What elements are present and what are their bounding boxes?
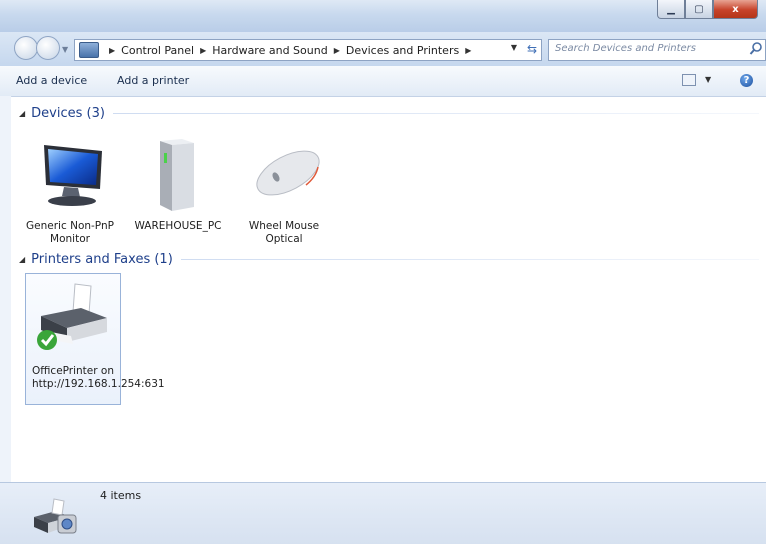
collapse-icon[interactable]: ◢	[19, 109, 25, 118]
recent-pages-dropdown[interactable]: ▼	[62, 45, 68, 54]
back-button[interactable]	[14, 36, 38, 60]
device-item[interactable]: WAREHOUSE_PC	[131, 137, 225, 233]
printer-icon	[37, 283, 107, 350]
control-panel-icon	[79, 42, 99, 58]
mouse-icon	[256, 150, 320, 196]
address-bar[interactable]: ▶ Control Panel ▶ Hardware and Sound ▶ D…	[74, 39, 542, 61]
device-item[interactable]: Wheel Mouse Optical	[237, 137, 331, 246]
chevron-right-icon[interactable]: ▶	[465, 46, 471, 55]
minimize-button[interactable]: ▁	[657, 0, 685, 19]
refresh-icon[interactable]: ⇆	[527, 42, 537, 56]
printer-item[interactable]: OfficePrinter on http://192.168.1.254:63…	[25, 273, 165, 405]
breadcrumb-hardware-and-sound[interactable]: Hardware and Sound	[212, 44, 327, 57]
maximize-button[interactable]: ▢	[685, 0, 713, 19]
add-printer-button[interactable]: Add a printer	[117, 74, 189, 87]
group-header-devices[interactable]: ◢ Devices (3)	[19, 106, 759, 121]
chevron-right-icon[interactable]: ▶	[334, 46, 340, 55]
add-device-button[interactable]: Add a device	[16, 74, 87, 87]
search-icon[interactable]	[749, 41, 763, 57]
breadcrumb-devices-and-printers[interactable]: Devices and Printers	[346, 44, 459, 57]
command-bar: Add a device Add a printer ▼ ?	[0, 66, 766, 97]
devices-and-printers-window: ▁ ▢ x ▼ ▶ Control Panel ▶ Hardware and S…	[0, 0, 766, 544]
change-view-icon[interactable]	[682, 74, 696, 86]
group-header-printers[interactable]: ◢ Printers and Faxes (1)	[19, 252, 759, 267]
computer-tower-icon	[160, 139, 194, 211]
view-dropdown-icon[interactable]: ▼	[705, 75, 711, 84]
group-title: Printers and Faxes (1)	[31, 252, 173, 267]
device-item[interactable]: Generic Non-PnP Monitor	[23, 137, 117, 246]
close-icon: x	[732, 3, 739, 15]
address-dropdown-icon[interactable]: ▼	[511, 43, 517, 52]
window-controls: ▁ ▢ x	[657, 0, 758, 20]
title-bar[interactable]: ▁ ▢ x	[0, 0, 766, 33]
devices-printers-icon	[34, 498, 77, 534]
devices-view: ◢ Devices (3) Generic Non-PnP Monitor WA…	[11, 97, 766, 482]
group-divider	[112, 113, 759, 114]
device-label: WAREHOUSE_PC	[134, 220, 222, 232]
breadcrumb-control-panel[interactable]: Control Panel	[121, 44, 194, 57]
address-row: ▼ ▶ Control Panel ▶ Hardware and Sound ▶…	[0, 32, 766, 66]
forward-button[interactable]	[36, 36, 60, 60]
details-pane: 4 items	[0, 482, 766, 544]
search-input[interactable]: Search Devices and Printers	[548, 39, 766, 61]
close-button[interactable]: x	[713, 0, 758, 19]
breadcrumb: ▶ Control Panel ▶ Hardware and Sound ▶ D…	[103, 44, 477, 57]
minimize-icon: ▁	[667, 3, 675, 15]
help-icon[interactable]: ?	[740, 74, 753, 87]
printer-label: OfficePrinter on http://192.168.1.254:63…	[32, 365, 165, 390]
collapse-icon[interactable]: ◢	[19, 255, 25, 264]
chevron-right-icon[interactable]: ▶	[200, 46, 206, 55]
device-label: Wheel Mouse Optical	[248, 220, 320, 245]
item-count: 4 items	[100, 489, 142, 502]
chevron-right-icon[interactable]: ▶	[109, 46, 115, 55]
group-divider	[180, 259, 759, 260]
monitor-icon	[44, 145, 102, 206]
device-label: Generic Non-PnP Monitor	[26, 220, 114, 245]
search-placeholder: Search Devices and Printers	[555, 43, 696, 54]
group-title: Devices (3)	[31, 106, 105, 121]
maximize-icon: ▢	[694, 3, 704, 15]
